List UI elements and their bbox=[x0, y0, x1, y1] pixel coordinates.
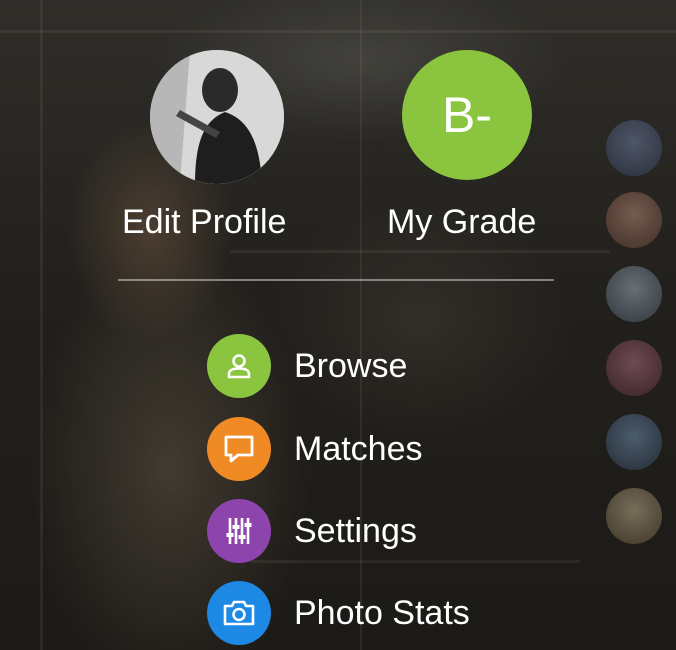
menu-item-matches[interactable]: Matches bbox=[207, 417, 423, 481]
menu-item-browse[interactable]: Browse bbox=[207, 334, 407, 398]
menu-label-settings: Settings bbox=[294, 511, 417, 550]
user-thumbnail-icon[interactable] bbox=[606, 414, 662, 470]
user-thumbnail-icon[interactable] bbox=[606, 266, 662, 322]
divider bbox=[118, 279, 554, 281]
user-thumbnail-icon[interactable] bbox=[606, 192, 662, 248]
profile-photo-icon bbox=[150, 50, 284, 184]
menu-item-settings[interactable]: Settings bbox=[207, 499, 417, 563]
grade-badge[interactable]: B- bbox=[402, 50, 532, 180]
person-icon bbox=[207, 334, 271, 398]
my-grade-label[interactable]: My Grade bbox=[387, 203, 536, 242]
sliders-icon bbox=[207, 499, 271, 563]
user-thumbnail-icon[interactable] bbox=[606, 120, 662, 176]
menu-label-photo-stats: Photo Stats bbox=[294, 593, 470, 632]
grade-value: B- bbox=[442, 87, 492, 143]
chat-icon bbox=[207, 417, 271, 481]
edit-profile-avatar[interactable] bbox=[150, 50, 284, 184]
user-thumbnail-icon[interactable] bbox=[606, 340, 662, 396]
menu-item-photo-stats[interactable]: Photo Stats bbox=[207, 581, 470, 645]
menu-label-matches: Matches bbox=[294, 429, 423, 468]
camera-icon bbox=[207, 581, 271, 645]
user-thumbnail-icon[interactable] bbox=[606, 488, 662, 544]
menu-label-browse: Browse bbox=[294, 346, 408, 385]
edit-profile-label[interactable]: Edit Profile bbox=[122, 203, 286, 242]
